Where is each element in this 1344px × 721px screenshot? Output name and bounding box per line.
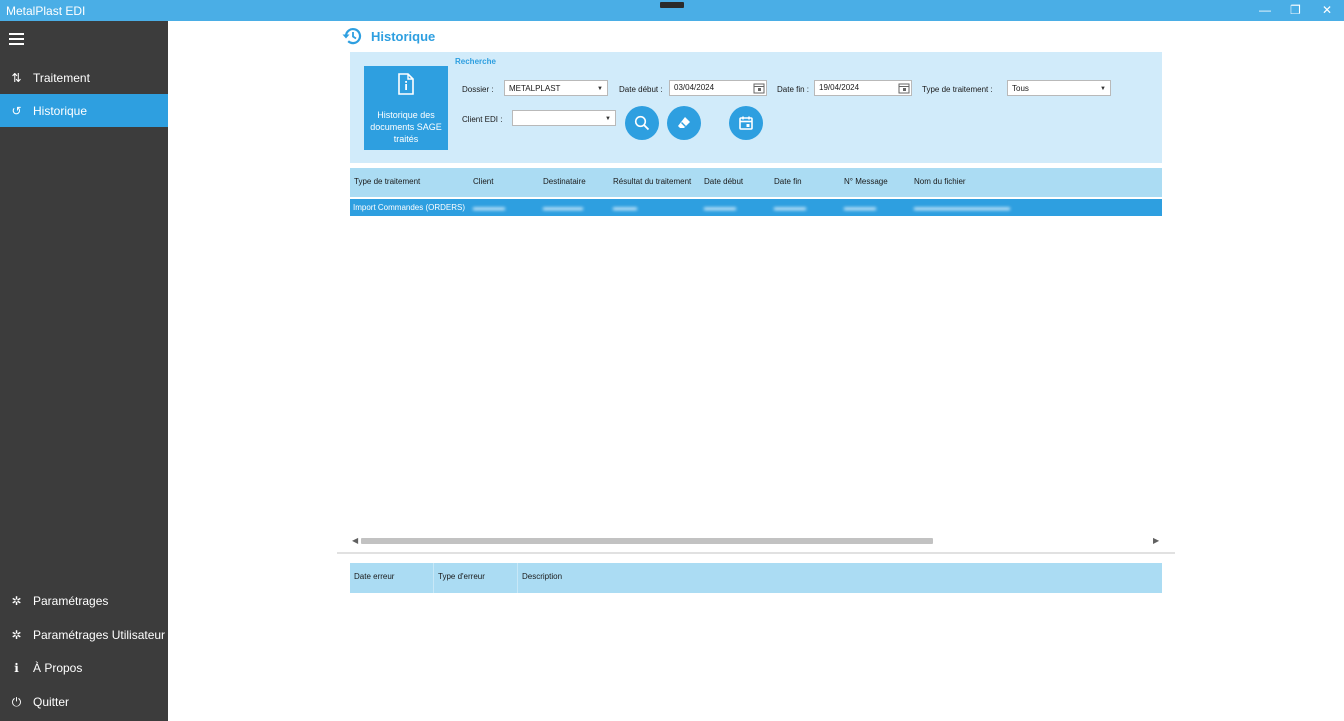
dossier-value: METALPLAST (509, 84, 561, 93)
sidebar-item-label: Paramétrages Utilisateur (33, 627, 166, 642)
date-fin-value: 19/04/2024 (819, 83, 860, 92)
cell-redacted: ▬▬▬▬ (473, 203, 505, 212)
minimize-button[interactable]: — (1259, 3, 1271, 17)
column-separator (517, 563, 518, 593)
column-header[interactable]: Type d'erreur (438, 572, 485, 581)
history-documents-tile[interactable]: Historique des documents SAGE traités (364, 66, 448, 150)
power-icon: ⏻ (11, 694, 22, 709)
column-header[interactable]: Date fin (774, 177, 802, 186)
client-edi-select[interactable]: ▼ (512, 110, 616, 126)
document-info-icon (398, 73, 414, 95)
dossier-select[interactable]: METALPLAST ▼ (504, 80, 608, 96)
search-icon (634, 115, 650, 131)
horizontal-scrollbar[interactable]: ◀ ▶ (350, 534, 1162, 548)
cell-redacted: ▬▬▬▬ (774, 203, 806, 212)
type-traitement-select[interactable]: Tous ▼ (1007, 80, 1111, 96)
sort-arrows-icon: ⇅ (11, 70, 22, 85)
column-header[interactable]: Destinataire (543, 177, 586, 186)
sidebar-item-label: À Propos (33, 660, 83, 675)
date-debut-field[interactable]: 03/04/2024 (669, 80, 767, 96)
page-header: Historique (341, 26, 435, 46)
search-panel: Recherche Historique des documents SAGE … (350, 52, 1162, 163)
cell-redacted: ▬▬▬▬▬ (543, 203, 583, 212)
column-separator (433, 563, 434, 593)
cell-type: Import Commandes (ORDERS) (353, 203, 466, 212)
date-debut-value: 03/04/2024 (674, 83, 715, 92)
calendar-button[interactable] (729, 106, 763, 140)
sidebar-item-parametrages-utilisateur[interactable]: ✲ Paramétrages Utilisateur (0, 618, 168, 651)
sidebar-item-label: Paramétrages (33, 593, 109, 608)
sidebar-item-label: Quitter (33, 694, 70, 709)
type-traitement-value: Tous (1012, 84, 1029, 93)
splitter[interactable] (337, 552, 1175, 554)
search-button[interactable] (625, 106, 659, 140)
column-header[interactable]: N° Message (844, 177, 888, 186)
chevron-down-icon: ▼ (605, 116, 611, 122)
calendar-icon[interactable] (753, 82, 765, 94)
column-header[interactable]: Description (522, 572, 562, 581)
column-header[interactable]: Résultat du traitement (613, 177, 691, 186)
close-button[interactable]: ✕ (1322, 3, 1332, 17)
sidebar: ⇅ Traitement ↺ Historique ✲ Paramétrages… (0, 21, 168, 721)
tile-label: Historique des documents SAGE traités (370, 110, 442, 144)
errors-grid-header: Date erreur Type d'erreur Description (350, 563, 1162, 593)
chevron-down-icon: ▼ (1100, 86, 1106, 92)
cell-redacted: ▬▬▬▬▬▬▬▬▬▬▬▬ (914, 203, 1010, 212)
chevron-down-icon: ▼ (597, 86, 603, 92)
sidebar-item-historique[interactable]: ↺ Historique (0, 94, 168, 127)
scrollbar-thumb[interactable] (361, 538, 933, 544)
history-icon: ↺ (11, 103, 22, 118)
clear-button[interactable] (667, 106, 701, 140)
page-title: Historique (371, 28, 436, 44)
info-icon: ℹ (14, 660, 19, 675)
title-grip[interactable] (660, 2, 684, 8)
eraser-icon (678, 117, 690, 128)
table-row[interactable]: Import Commandes (ORDERS) ▬▬▬▬ ▬▬▬▬▬ ▬▬▬… (350, 199, 1162, 216)
date-debut-label: Date début : (619, 85, 663, 94)
column-header[interactable]: Client (473, 177, 493, 186)
cell-redacted: ▬▬▬▬ (844, 203, 876, 212)
window-title: MetalPlast EDI (6, 4, 86, 18)
cell-redacted: ▬▬▬ (613, 203, 637, 212)
column-header[interactable]: Nom du fichier (914, 177, 966, 186)
type-traitement-label: Type de traitement : (922, 85, 993, 94)
column-header[interactable]: Type de traitement (354, 177, 420, 186)
calendar-icon (739, 116, 753, 130)
hamburger-icon[interactable] (9, 33, 24, 48)
sidebar-item-traitement[interactable]: ⇅ Traitement (0, 61, 168, 94)
search-legend: Recherche (455, 57, 496, 66)
calendar-icon[interactable] (898, 82, 910, 94)
grid-header: Type de traitement Client Destinataire R… (350, 168, 1162, 197)
sidebar-item-quitter[interactable]: ⏻ Quitter (0, 685, 168, 718)
sidebar-item-label: Traitement (33, 70, 90, 85)
cell-redacted: ▬▬▬▬ (704, 203, 736, 212)
sidebar-item-a-propos[interactable]: ℹ À Propos (0, 651, 168, 684)
scroll-right-icon[interactable]: ▶ (1153, 534, 1159, 548)
gear-icon: ✲ (11, 627, 22, 642)
dossier-label: Dossier : (462, 85, 494, 94)
history-icon (342, 28, 362, 45)
column-header[interactable]: Date erreur (354, 572, 394, 581)
sidebar-item-parametrages[interactable]: ✲ Paramétrages (0, 584, 168, 617)
sidebar-item-label: Historique (33, 103, 88, 118)
client-edi-label: Client EDI : (462, 115, 503, 124)
gear-icon: ✲ (11, 593, 22, 608)
window-titlebar: MetalPlast EDI — ❐ ✕ (0, 0, 1344, 21)
scroll-left-icon[interactable]: ◀ (352, 534, 358, 548)
restore-button[interactable]: ❐ (1290, 3, 1301, 17)
column-header[interactable]: Date début (704, 177, 743, 186)
date-fin-field[interactable]: 19/04/2024 (814, 80, 912, 96)
date-fin-label: Date fin : (777, 85, 810, 94)
